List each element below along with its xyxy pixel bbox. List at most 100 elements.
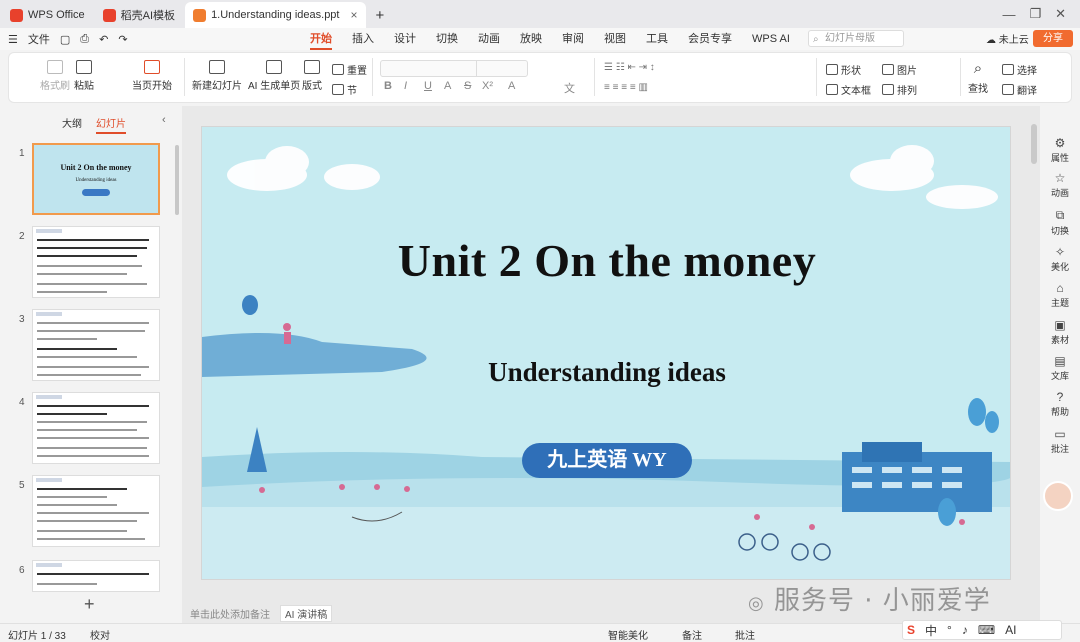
play-current-button[interactable]: 当页开始	[132, 60, 172, 92]
list-buttons[interactable]: ☰ ☷ ⇤ ⇥ ↕	[604, 62, 655, 73]
textbox-button[interactable]: 文本框	[826, 82, 871, 97]
search-input[interactable]: ⌕ 幻灯片母版	[808, 30, 904, 47]
redo-icon[interactable]: ↷	[118, 33, 127, 46]
font-color-button[interactable]: A	[444, 80, 451, 92]
layout-button[interactable]: 版式	[302, 60, 322, 92]
strikethrough-button[interactable]: S	[464, 80, 471, 92]
print-icon[interactable]: ⎙	[80, 33, 89, 46]
slide-thumbnail-4[interactable]	[32, 392, 160, 464]
new-tab-button[interactable]: +	[368, 2, 393, 28]
panel-scrollbar[interactable]	[175, 145, 179, 215]
close-icon[interactable]: ✕	[1055, 6, 1066, 22]
superscript-button[interactable]: X²	[482, 80, 493, 92]
assistant-avatar[interactable]	[1043, 481, 1073, 511]
shape-button[interactable]: 形状	[826, 62, 861, 77]
proofread-button[interactable]: 校对	[90, 627, 110, 642]
slide-main[interactable]: Unit 2 On the money Understanding ideas …	[201, 126, 1011, 580]
ime-punct-icon[interactable]: °	[947, 623, 952, 637]
char-effect-button[interactable]: 文	[564, 80, 575, 96]
paste-button[interactable]: 粘贴	[74, 60, 94, 92]
tab-wps-office[interactable]: WPS Office	[2, 2, 93, 28]
material-button[interactable]: ▣ 素材	[1040, 318, 1080, 346]
cloud-status[interactable]: ☁ 未上云	[986, 31, 1029, 46]
align-buttons[interactable]: ≡ ≡ ≡ ≡ ▥	[604, 82, 648, 93]
restore-icon[interactable]: ❐	[1029, 6, 1041, 22]
collapse-panel-icon[interactable]: ‹	[162, 114, 166, 126]
file-menu[interactable]: 文件	[28, 31, 50, 47]
reset-button[interactable]: 重置	[332, 62, 367, 77]
tab-member[interactable]: 会员专享	[678, 28, 742, 50]
tab-tools[interactable]: 工具	[636, 28, 678, 50]
tab-review[interactable]: 审阅	[552, 28, 594, 50]
beautify-button[interactable]: ✧ 美化	[1040, 245, 1080, 273]
slide-subtitle[interactable]: Understanding ideas	[202, 357, 1010, 388]
notes-toggle-button[interactable]: 备注	[682, 627, 702, 642]
ime-logo-icon[interactable]: S	[907, 623, 915, 637]
ime-mic-icon[interactable]: ♪	[962, 623, 968, 637]
italic-button[interactable]: I	[404, 80, 407, 92]
ime-lang-toggle[interactable]: 中	[925, 622, 937, 639]
ai-single-page-button[interactable]: AI 生成单页	[248, 60, 300, 92]
help-icon: ?	[1056, 390, 1064, 404]
add-slide-button[interactable]: +	[84, 594, 95, 615]
slide-thumbnail-6[interactable]	[32, 560, 160, 592]
tab-ai-template[interactable]: 稻壳AI模板	[95, 2, 183, 28]
slide-thumbnail-5[interactable]	[32, 475, 160, 547]
tab-slideshow[interactable]: 放映	[510, 28, 552, 50]
tab-design[interactable]: 设计	[384, 28, 426, 50]
help-button[interactable]: ? 帮助	[1040, 390, 1080, 418]
tab-insert[interactable]: 插入	[342, 28, 384, 50]
slide-thumbnail-1[interactable]: Unit 2 On the money Understanding ideas	[32, 143, 160, 215]
undo-icon[interactable]: ↶	[99, 33, 108, 46]
slides-tab[interactable]: 幻灯片	[96, 115, 126, 134]
tab-home[interactable]: 开始	[300, 28, 342, 50]
ime-keyboard-icon[interactable]: ⌨	[978, 623, 995, 637]
comment-button[interactable]: ▭ 批注	[1040, 427, 1080, 455]
slide-thumbnail-2[interactable]	[32, 226, 160, 298]
template-logo-icon	[102, 8, 116, 22]
tab-document[interactable]: 1.Understanding ideas.ppt ×	[185, 2, 366, 28]
slide-title[interactable]: Unit 2 On the money	[202, 234, 1010, 287]
ime-ai-button[interactable]: AI	[1005, 623, 1016, 637]
format-painter-button[interactable]: 格式刷	[40, 60, 70, 92]
arrange-button[interactable]: 排列	[882, 82, 917, 97]
properties-button[interactable]: ⚙ 属性	[1040, 136, 1080, 164]
outline-tab[interactable]: 大纲	[62, 115, 82, 134]
share-button[interactable]: 分享	[1033, 30, 1073, 47]
slide-counter: 幻灯片 1 / 33	[8, 631, 66, 642]
comments-toggle-button[interactable]: 批注	[735, 627, 755, 642]
ime-toolbar[interactable]: S 中 ° ♪ ⌨ AI	[902, 620, 1062, 640]
select-button[interactable]: 选择	[1002, 62, 1037, 77]
close-tab-icon[interactable]: ×	[351, 8, 358, 22]
tab-view[interactable]: 视图	[594, 28, 636, 50]
theme-button[interactable]: ⌂ 主题	[1040, 281, 1080, 309]
slide-thumbnail-3[interactable]	[32, 309, 160, 381]
section-button[interactable]: 节	[332, 82, 357, 97]
highlight-button[interactable]: A	[508, 80, 515, 92]
notes-placeholder[interactable]: 单击此处添加备注	[190, 606, 270, 621]
thumb-number: 1	[19, 148, 25, 159]
bold-button[interactable]: B	[384, 80, 392, 92]
ai-speech-button[interactable]: AI 演讲稿	[280, 604, 333, 622]
tab-bar: WPS Office 稻壳AI模板 1.Understanding ideas.…	[0, 0, 1080, 28]
slide-badge[interactable]: 九上英语 WY	[522, 443, 692, 478]
menu-hamburger-icon[interactable]: ☰	[8, 33, 18, 46]
save-icon[interactable]: ▢	[60, 33, 70, 46]
canvas-scrollbar[interactable]	[1031, 124, 1037, 164]
theme-icon: ⌂	[1056, 281, 1064, 295]
smart-beautify-button[interactable]: 智能美化	[608, 627, 648, 642]
tab-transition[interactable]: 切换	[426, 28, 468, 50]
tab-animation[interactable]: 动画	[468, 28, 510, 50]
new-slide-button[interactable]: 新建幻灯片	[192, 60, 242, 92]
underline-button[interactable]: U	[424, 80, 432, 92]
minimize-icon[interactable]: —	[1002, 7, 1015, 22]
play-icon	[144, 60, 160, 74]
picture-button[interactable]: 图片	[882, 62, 917, 77]
tab-wps-ai[interactable]: WPS AI	[742, 28, 800, 50]
transition-button[interactable]: ⧉ 切换	[1040, 208, 1080, 237]
translate-button[interactable]: 翻译	[1002, 82, 1037, 97]
font-size-select[interactable]	[476, 60, 528, 77]
find-button[interactable]: ⌕ 查找	[968, 60, 988, 95]
library-button[interactable]: ▤ 文库	[1040, 354, 1080, 382]
animation-button[interactable]: ☆ 动画	[1040, 171, 1080, 199]
